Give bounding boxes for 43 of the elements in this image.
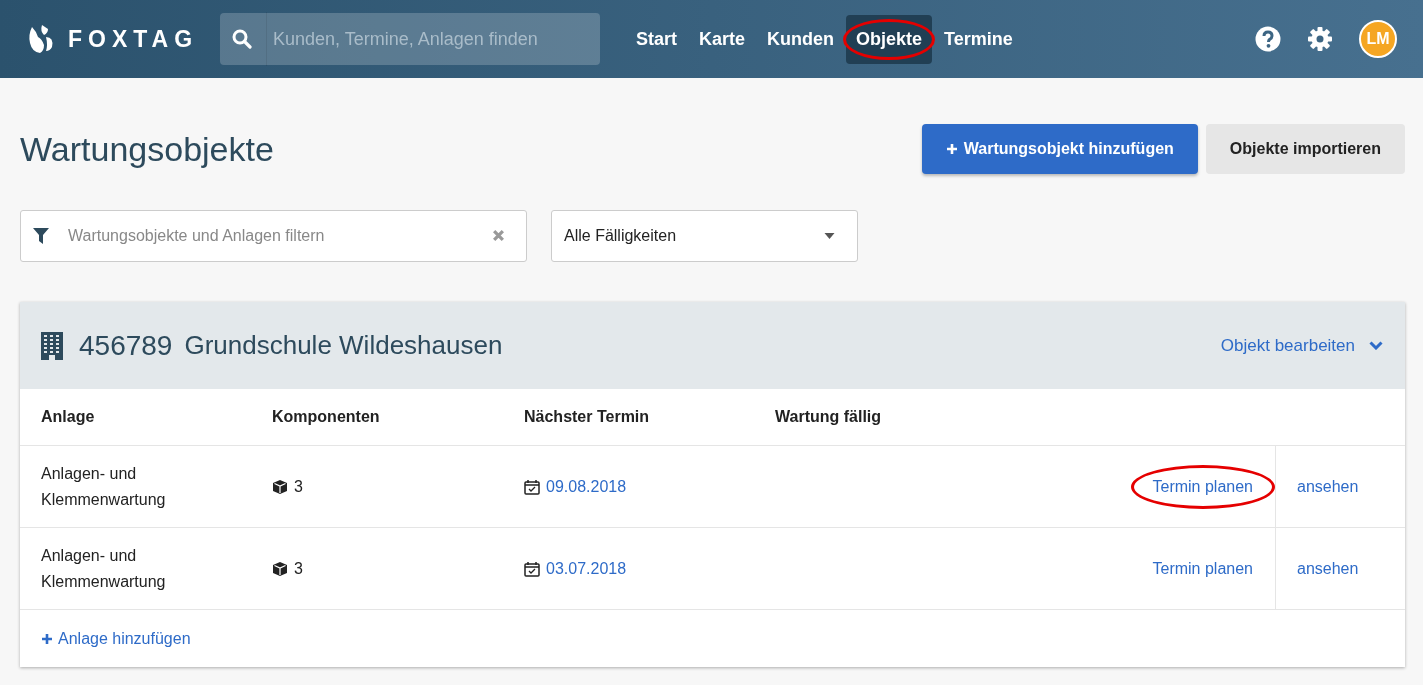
table-cell-text: Anlagen- und Klemmenwartung xyxy=(41,545,167,592)
plus-icon xyxy=(945,143,958,155)
table-cell-text: Anlagen- und Klemmenwartung xyxy=(41,463,167,510)
date-link[interactable]: 09.08.2018 xyxy=(546,477,627,496)
column-header: Komponenten xyxy=(272,389,524,446)
view-link[interactable]: ansehen xyxy=(1297,559,1359,578)
schedule-link[interactable]: Termin planen xyxy=(1130,546,1275,591)
funnel-icon xyxy=(32,227,50,245)
schedule-link[interactable]: Termin planen xyxy=(1130,464,1275,509)
calendar-check-icon xyxy=(524,478,540,495)
building-icon xyxy=(41,331,63,360)
search-field[interactable]: Kunden, Termine, Anlagen finden xyxy=(220,13,600,65)
chevron-down-icon xyxy=(1369,341,1383,350)
object-name: Grundschule Wildeshausen xyxy=(184,330,503,361)
component-count: 3 xyxy=(294,559,303,578)
plus-icon xyxy=(41,632,53,645)
action-button[interactable]: Wartungsobjekt hinzufügen xyxy=(921,124,1198,174)
nav-tab[interactable]: Termine xyxy=(934,14,1023,64)
nav-tab[interactable]: Objekte xyxy=(846,14,933,64)
date-link[interactable]: 03.07.2018 xyxy=(546,559,627,578)
cube-icon xyxy=(272,478,288,495)
column-header: Nächster Termin xyxy=(524,389,775,446)
nav-tab[interactable]: Start xyxy=(626,14,687,64)
cube-icon xyxy=(272,560,288,577)
calendar-check-icon xyxy=(524,560,540,577)
nav-tab[interactable]: Karte xyxy=(689,14,756,64)
column-header: Wartung fällig xyxy=(775,389,1153,446)
brand-name: FOXTAG xyxy=(68,25,199,53)
action-button[interactable]: Objekte importieren xyxy=(1205,124,1405,174)
component-count: 3 xyxy=(294,477,303,496)
object-number: 456789 xyxy=(79,329,173,362)
clear-icon[interactable] xyxy=(492,229,505,242)
due-dropdown[interactable]: Alle Fälligkeiten xyxy=(551,210,858,262)
page-title: Wartungsobjekte xyxy=(20,129,274,169)
filter-field[interactable]: Wartungsobjekte und Anlagen filtern xyxy=(20,210,527,262)
help-icon[interactable] xyxy=(1255,26,1281,52)
caret-icon xyxy=(824,233,835,239)
nav-tab[interactable]: Kunden xyxy=(757,14,845,64)
view-link[interactable]: ansehen xyxy=(1297,477,1359,496)
add-system-link[interactable]: Anlage hinzufügen xyxy=(41,629,191,648)
column-header: Anlage xyxy=(20,389,272,446)
edit-object-link[interactable]: Objekt bearbeiten xyxy=(1220,335,1383,356)
search-icon xyxy=(232,29,252,49)
